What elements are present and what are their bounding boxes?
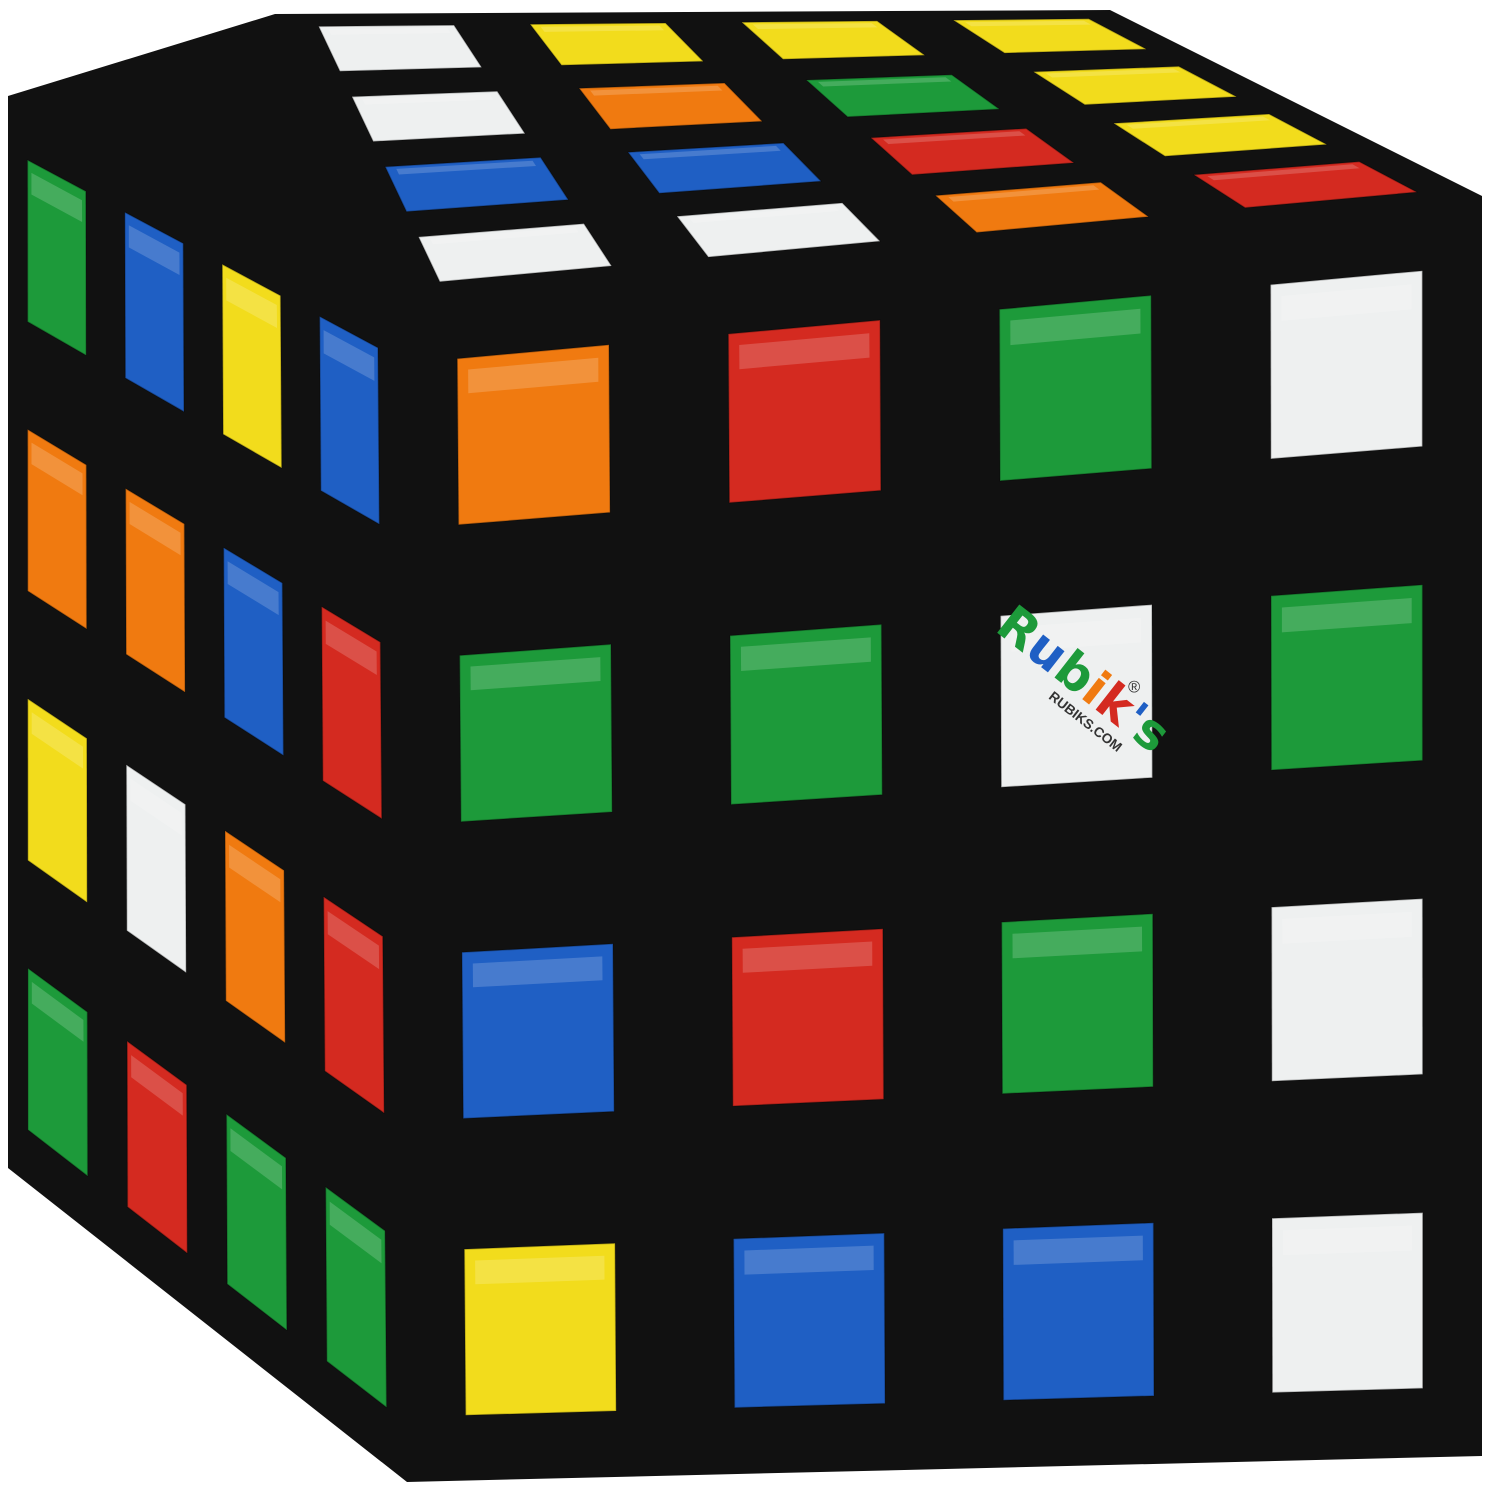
logo-registered-mark: ® xyxy=(1128,678,1140,696)
front-sticker-r4-c4-highlight xyxy=(1282,1225,1412,1256)
front-sticker-r4-c3-highlight xyxy=(1013,1235,1143,1265)
front-sticker-r4-c2-highlight xyxy=(744,1245,874,1275)
front-sticker-r4-c1-highlight xyxy=(475,1255,605,1285)
rubiks-cube-photo: Rubik's ® RUBIKS.COM xyxy=(8,10,1482,1482)
